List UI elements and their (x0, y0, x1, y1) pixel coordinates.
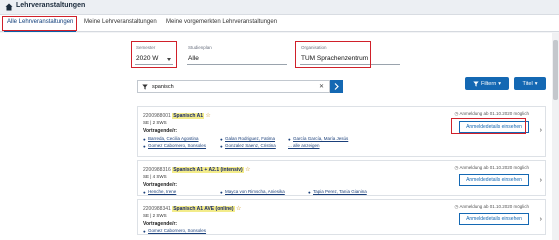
filter-button[interactable]: Filtern ▾ (465, 77, 509, 90)
show-all-lecturers-link[interactable]: ... alle anzeigen (288, 143, 320, 148)
sort-button[interactable]: Titel ▾ (514, 77, 546, 90)
person-icon: ● (220, 136, 223, 142)
top-bar: Lehrveranstaltungen (0, 0, 559, 15)
highlight-box-details-button (451, 118, 526, 134)
person-icon: ● (143, 136, 146, 142)
scrollbar-thumb[interactable] (553, 40, 558, 100)
course-meta: SE | 2 SWS (143, 213, 167, 218)
course-code: 2200988341 (143, 206, 171, 212)
course-card[interactable]: 2200988341 Spanisch A1 AVE (online) ☆ SE… (137, 199, 546, 235)
clock-icon: ◷ (454, 111, 459, 116)
lecturer-link[interactable]: ● Tapia Perez, Tania Gianina (308, 189, 367, 195)
clock-icon: ◷ (454, 204, 459, 209)
chevron-right-icon[interactable]: › (540, 127, 542, 134)
clear-icon[interactable]: ✕ (319, 83, 324, 90)
course-meta: SE | 2 SWS (143, 120, 167, 125)
person-icon: ● (288, 136, 291, 142)
tab-bar: Alle Lehrveranstaltungen Meine Lehrveran… (0, 15, 559, 32)
home-icon[interactable] (5, 3, 13, 11)
filter-icon (142, 84, 148, 90)
star-icon[interactable]: ☆ (205, 113, 210, 119)
search-input[interactable]: spanisch (152, 84, 174, 90)
tab-bookmarked-courses[interactable]: Meine vorgemerkten Lehrveranstaltungen (166, 19, 277, 25)
course-title[interactable]: Spanisch A1 (172, 113, 205, 119)
person-icon: ● (143, 189, 146, 195)
highlight-box-organisation (295, 41, 371, 68)
tab-my-courses[interactable]: Meine Lehrveranstaltungen (84, 19, 157, 25)
search-button[interactable] (330, 80, 343, 93)
course-code-line: 2200988316 Spanisch A1 + A2.1 (intensiv)… (143, 166, 251, 173)
studienplan-underline (187, 64, 287, 65)
lecturers-label: Vortragende/r: (143, 128, 178, 134)
course-code: 2200988001 (143, 113, 171, 119)
course-title[interactable]: Spanisch A1 AVE (online) (172, 206, 235, 212)
chevron-right-icon[interactable]: › (540, 177, 542, 184)
lecturers-label: Vortragende/r: (143, 221, 178, 227)
person-icon: ● (220, 189, 223, 195)
person-icon: ● (308, 189, 311, 195)
registration-details-button[interactable]: Anmeldedetails einsehen (459, 174, 529, 186)
person-icon: ● (143, 228, 146, 234)
registration-info: ◷ Anmeldung ab 01.10.2020 möglich (454, 165, 529, 170)
lecturer-link[interactable]: ● Gomez Cabornero, Sonsoles (143, 143, 206, 149)
registration-info: ◷ Anmeldung ab 01.10.2020 möglich (454, 111, 529, 116)
registration-details-button[interactable]: Anmeldedetails einsehen (459, 213, 529, 225)
course-card[interactable]: 2200988316 Spanisch A1 + A2.1 (intensiv)… (137, 160, 546, 196)
sort-button-label: Titel (522, 80, 533, 87)
star-icon[interactable]: ☆ (236, 206, 241, 212)
lecturer-link[interactable]: ● Galan Rodriguez, Fatima (220, 136, 275, 142)
course-meta: SE | 4 SWS (143, 174, 167, 179)
lecturer-link[interactable]: ● Barreda, Cecilia Agostina (143, 136, 199, 142)
studienplan-label: Studienplan (188, 45, 212, 50)
lecturer-link[interactable]: ● García García, María Jesús (288, 136, 348, 142)
clock-icon: ◷ (454, 165, 459, 170)
lecturers-label: Vortragende/r: (143, 182, 178, 188)
person-icon: ● (143, 143, 146, 149)
course-code-line: 2200988001 Spanisch A1 ☆ (143, 112, 211, 119)
chevron-right-icon[interactable]: › (540, 216, 542, 223)
lecturer-link[interactable]: ● Gonzalez Saenz, Cristina (220, 143, 276, 149)
app-root: Lehrveranstaltungen Alle Lehrveranstaltu… (0, 0, 559, 240)
course-title[interactable]: Spanisch A1 + A2.1 (intensiv) (172, 167, 244, 173)
lecturer-link[interactable]: ● Mayca von Rimscha, Aniesika (220, 189, 285, 195)
person-icon: ● (220, 143, 223, 149)
highlight-box-tab (2, 16, 77, 31)
page-title: Lehrveranstaltungen (16, 2, 86, 9)
search-field[interactable]: spanisch ✕ (137, 80, 330, 93)
studienplan-input[interactable]: Alle (188, 55, 199, 62)
highlight-box-semester (131, 41, 177, 68)
lecturer-link[interactable]: ● Gomez Cabornero, Sonsoles (143, 228, 206, 234)
course-code: 2200988316 (143, 167, 171, 173)
course-code-line: 2200988341 Spanisch A1 AVE (online) ☆ (143, 205, 241, 212)
chevron-down-icon: ▾ (534, 80, 538, 87)
star-icon[interactable]: ☆ (245, 167, 250, 173)
registration-info: ◷ Anmeldung ab 01.10.2020 möglich (454, 204, 529, 209)
chevron-right-icon (334, 83, 339, 90)
lecturer-link[interactable]: ● Henche, Irene (143, 189, 176, 195)
filter-icon (473, 81, 479, 86)
chevron-down-icon: ▾ (498, 80, 502, 87)
filter-button-label: Filtern (480, 80, 497, 87)
